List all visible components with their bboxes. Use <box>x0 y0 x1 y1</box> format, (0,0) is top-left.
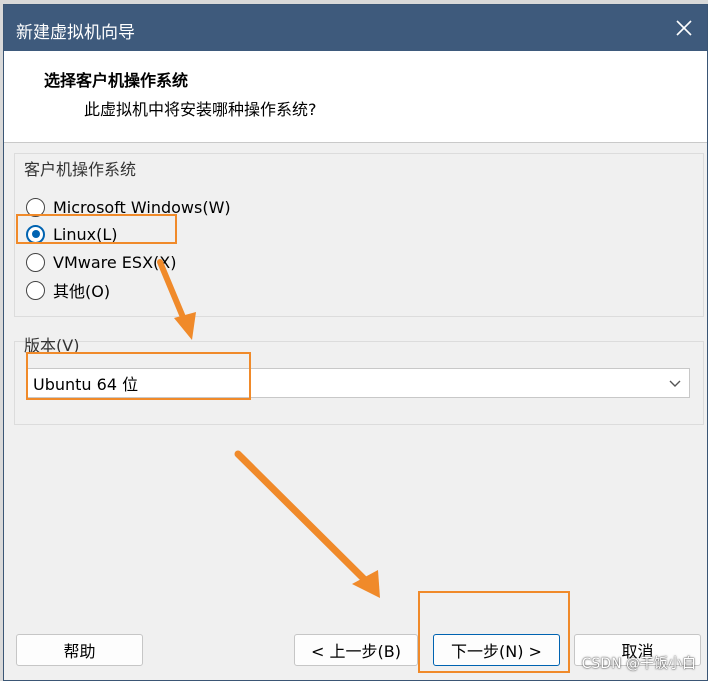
next-highlight-box <box>418 591 570 673</box>
radio-vmware-esx[interactable]: VMware ESX(X) <box>26 251 176 273</box>
page-title: 选择客户机操作系统 <box>44 71 189 90</box>
wizard-header: 选择客户机操作系统 此虚拟机中将安装哪种操作系统? <box>4 51 707 143</box>
radio-button-other[interactable] <box>26 280 45 300</box>
radio-other[interactable]: 其他(O) <box>26 279 110 301</box>
close-icon <box>676 20 692 36</box>
linux-highlight-box <box>16 214 177 244</box>
back-button[interactable]: < 上一步(B) <box>294 634 418 666</box>
radio-button-vmware-esx[interactable] <box>26 252 45 272</box>
close-button[interactable] <box>665 9 703 47</box>
page-subtitle: 此虚拟机中将安装哪种操作系统? <box>84 100 317 119</box>
guest-os-group-label: 客户机操作系统 <box>24 160 137 179</box>
radio-vmware-esx-label: VMware ESX(X) <box>53 252 177 272</box>
watermark: CSDN @干饭小白 <box>581 656 696 672</box>
version-highlight-box <box>26 352 251 400</box>
window-title: 新建虚拟机向导 <box>16 23 135 43</box>
title-bar[interactable]: 新建虚拟机向导 <box>4 5 707 51</box>
chevron-down-icon <box>669 380 681 387</box>
radio-other-label: 其他(O) <box>53 282 111 301</box>
help-button[interactable]: 帮助 <box>16 634 143 666</box>
new-vm-wizard-window: 新建虚拟机向导 选择客户机操作系统 此虚拟机中将安装哪种操作系统? 客户机操作系… <box>3 4 708 681</box>
